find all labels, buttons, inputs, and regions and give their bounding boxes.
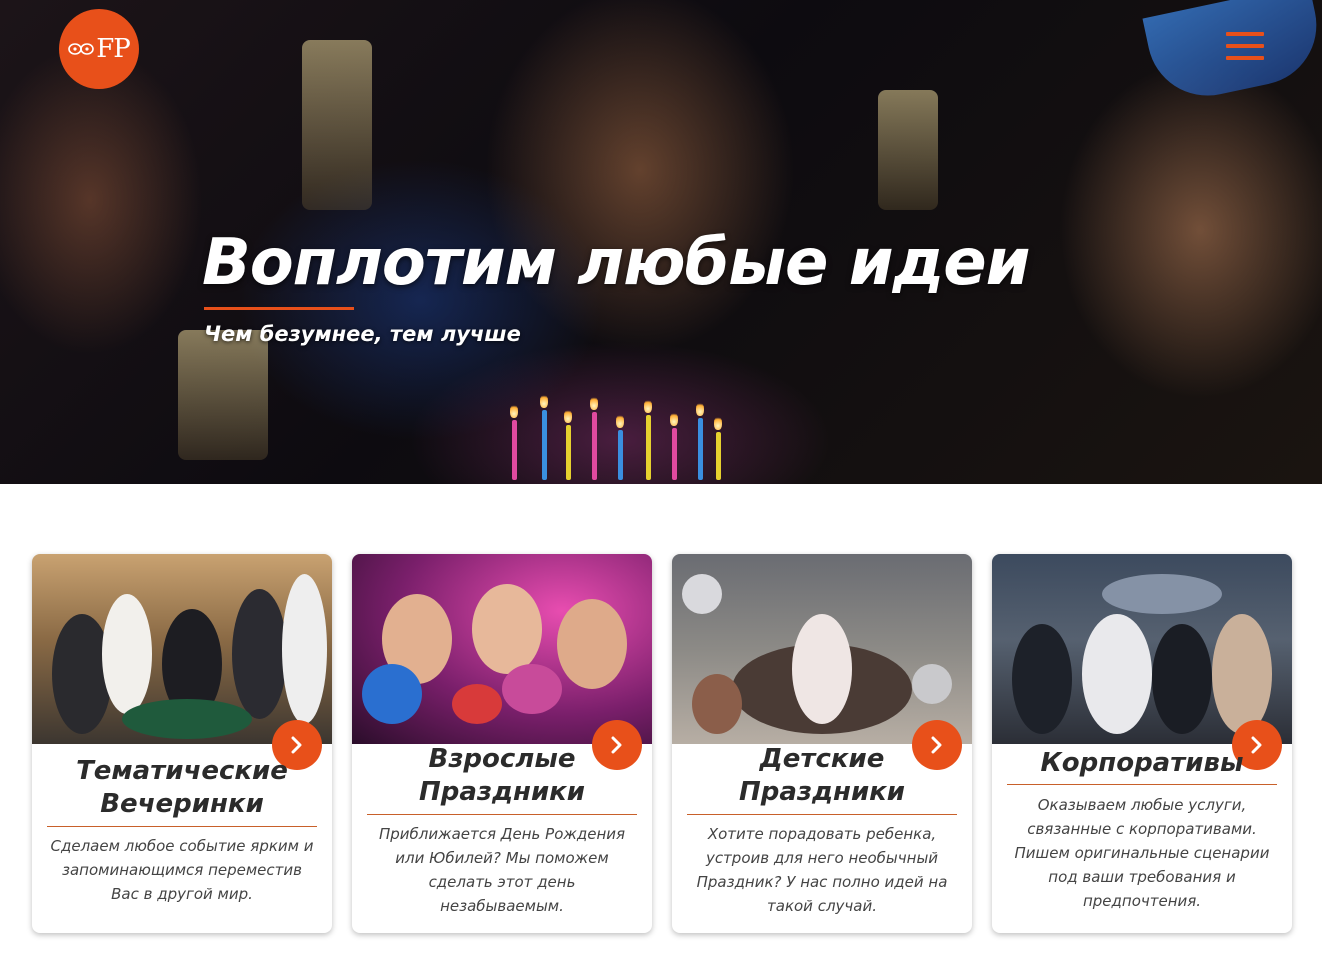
card-image [672, 554, 972, 744]
logo-text: FP [96, 34, 131, 64]
theatre-mask-icon [68, 43, 95, 55]
card-description: Приближается День Рождения или Юбилей? М… [378, 825, 626, 915]
service-card-kids-parties[interactable]: Детские Праздники Хотите порадовать ребе… [672, 554, 972, 933]
card-divider [1007, 784, 1277, 785]
chevron-right-icon [291, 736, 302, 754]
hero-divider [204, 307, 354, 310]
card-description: Хотите порадовать ребенка, устроив для н… [696, 825, 948, 915]
card-image [352, 554, 652, 744]
card-title: Корпоративы [1040, 748, 1244, 778]
hamburger-icon[interactable] [1226, 32, 1264, 60]
card-divider [687, 814, 957, 815]
card-title: Детские Праздники [738, 744, 906, 807]
site-logo[interactable]: FP [59, 9, 139, 89]
card-description: Сделаем любое событие ярким и запоминающ… [50, 837, 314, 903]
service-card-adult-parties[interactable]: Взрослые Праздники Приближается День Рож… [352, 554, 652, 933]
card-image [992, 554, 1292, 744]
card-divider [367, 814, 637, 815]
hero-title: Воплотим любые идеи [202, 226, 1030, 300]
card-divider [47, 826, 317, 827]
card-image [32, 554, 332, 744]
service-card-themed-parties[interactable]: Тематические Вечеринки Сделаем любое соб… [32, 554, 332, 933]
champagne-glass-decoration [302, 40, 372, 210]
card-description: Оказываем любые услуги, связанные с корп… [1014, 796, 1270, 910]
hero-banner: FP Воплотим любые идеи Чем безумнее, тем… [0, 0, 1322, 484]
champagne-glass-decoration [878, 90, 938, 210]
hero-subtitle: Чем безумнее, тем лучше [204, 322, 521, 346]
card-title: Тематические Вечеринки [76, 756, 288, 819]
champagne-glass-decoration [178, 330, 268, 460]
service-card-corporate[interactable]: Корпоративы Оказываем любые услуги, связ… [992, 554, 1292, 933]
card-title: Взрослые Праздники [418, 744, 586, 807]
